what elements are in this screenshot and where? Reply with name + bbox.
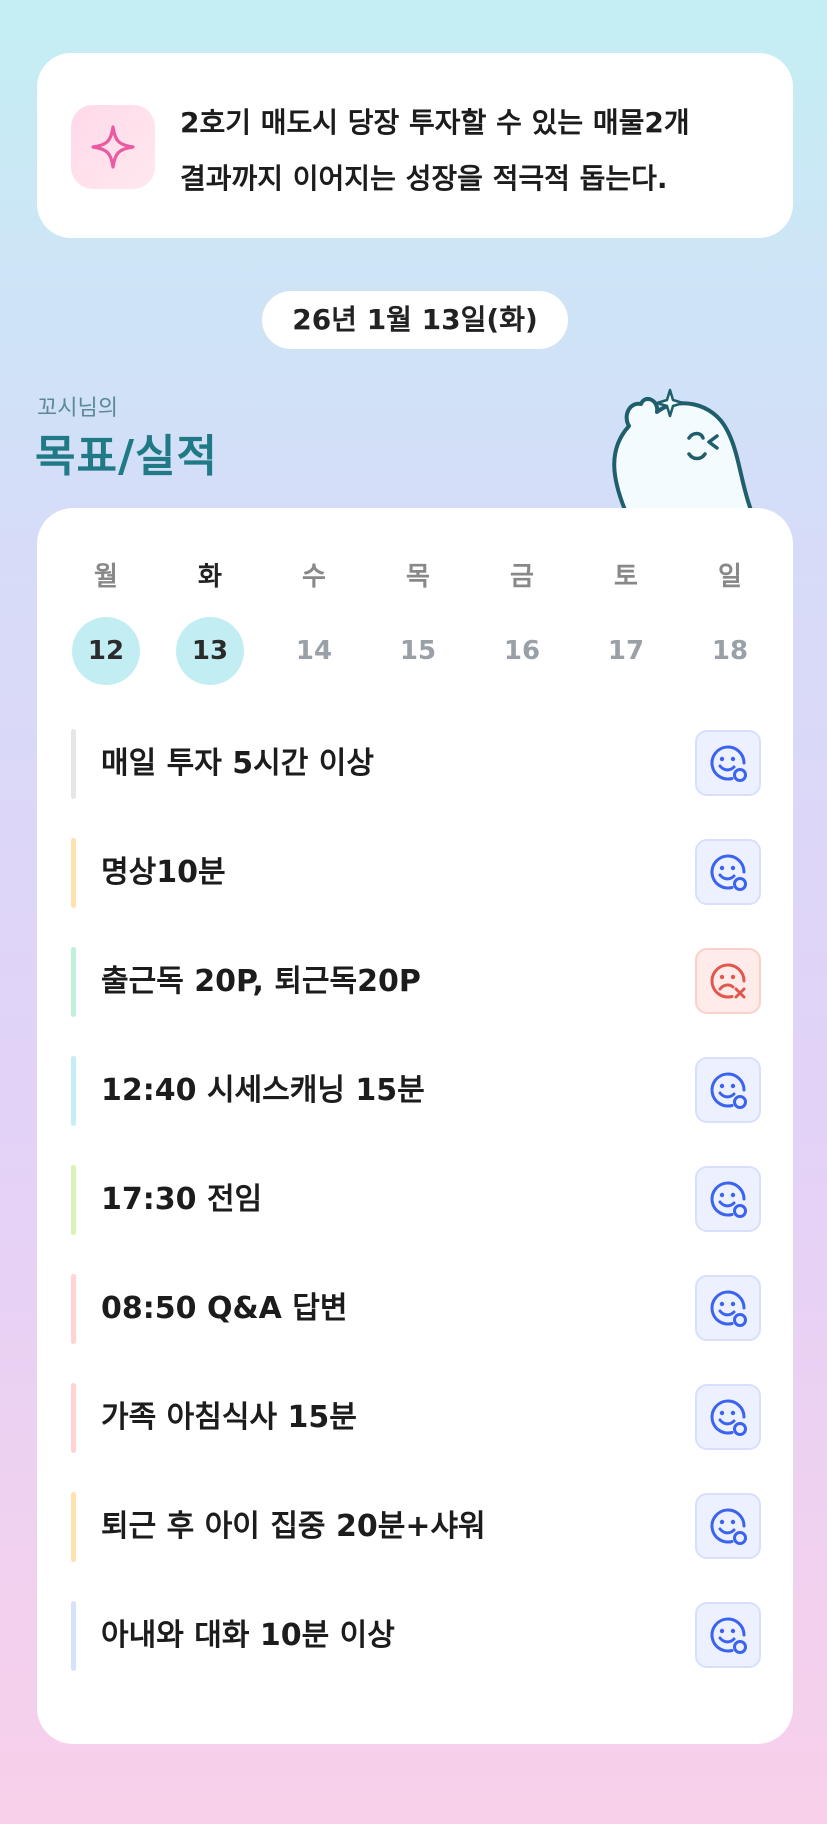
weekday-label: 토: [614, 562, 638, 592]
goal-color-bar: [71, 1165, 76, 1235]
goals-card: 월 12 화 13 수 14 목 15 금 16 토 17 일 18 매일 투자 5시간 이상 명상10분…: [37, 508, 793, 1744]
day-button[interactable]: 17: [592, 617, 660, 685]
page-title: 목표/실적: [35, 431, 218, 482]
date-pill[interactable]: 26년 1월 13일(화): [262, 291, 568, 349]
goal-color-bar: [71, 729, 76, 799]
goal-row[interactable]: 17:30 전임: [71, 1165, 761, 1235]
failed-sad-icon[interactable]: [695, 948, 761, 1014]
day-button[interactable]: 16: [488, 617, 556, 685]
goal-color-bar: [71, 947, 76, 1017]
goal-color-bar: [71, 1383, 76, 1453]
day-button[interactable]: 13: [176, 617, 244, 685]
sparkle-icon: [71, 105, 155, 189]
day-button[interactable]: 14: [280, 617, 348, 685]
goal-row[interactable]: 매일 투자 5시간 이상: [71, 729, 761, 799]
goal-label: 퇴근 후 아이 집중 20분+샤워: [101, 1509, 486, 1544]
goal-label: 명상10분: [101, 855, 226, 890]
owner-label: 꼬시님의: [37, 396, 118, 421]
goal-label: 가족 아침식사 15분: [101, 1400, 357, 1435]
achieved-smile-icon[interactable]: [695, 730, 761, 796]
achieved-smile-icon[interactable]: [695, 1602, 761, 1668]
weekday-label: 화: [198, 562, 222, 592]
goal-color-bar: [71, 1492, 76, 1562]
goal-row[interactable]: 명상10분: [71, 838, 761, 908]
achieved-smile-icon[interactable]: [695, 1275, 761, 1341]
goal-label: 매일 투자 5시간 이상: [101, 746, 375, 781]
weekday-label: 목: [406, 562, 430, 592]
goal-label: 17:30 전임: [101, 1182, 263, 1217]
achieved-smile-icon[interactable]: [695, 1384, 761, 1450]
weekday-label: 월: [94, 562, 118, 592]
goal-label: 08:50 Q&A 답변: [101, 1291, 348, 1326]
motto-line-2: 결과까지 이어지는 성장을 적극적 돕는다.: [180, 162, 668, 195]
goal-row[interactable]: 12:40 시세스캐닝 15분: [71, 1056, 761, 1126]
goal-label: 출근독 20P, 퇴근독20P: [101, 964, 421, 999]
weekday-label: 일: [718, 562, 742, 592]
weekday-label: 금: [510, 562, 534, 592]
motto-card: 2호기 매도시 당장 투자할 수 있는 매물2개 결과까지 이어지는 성장을 적…: [37, 53, 793, 238]
goal-row[interactable]: 가족 아침식사 15분: [71, 1383, 761, 1453]
motto-text: 2호기 매도시 당장 투자할 수 있는 매물2개 결과까지 이어지는 성장을 적…: [180, 95, 780, 207]
achieved-smile-icon[interactable]: [695, 1166, 761, 1232]
motto-line-1: 2호기 매도시 당장 투자할 수 있는 매물2개: [180, 106, 690, 139]
day-button[interactable]: 18: [696, 617, 764, 685]
goal-label: 12:40 시세스캐닝 15분: [101, 1073, 425, 1108]
goal-row[interactable]: 출근독 20P, 퇴근독20P: [71, 947, 761, 1017]
goal-row[interactable]: 아내와 대화 10분 이상: [71, 1601, 761, 1671]
goal-row[interactable]: 08:50 Q&A 답변: [71, 1274, 761, 1344]
achieved-smile-icon[interactable]: [695, 1493, 761, 1559]
goal-color-bar: [71, 1274, 76, 1344]
achieved-smile-icon[interactable]: [695, 1057, 761, 1123]
day-button[interactable]: 15: [384, 617, 452, 685]
goal-color-bar: [71, 1601, 76, 1671]
goal-row[interactable]: 퇴근 후 아이 집중 20분+샤워: [71, 1492, 761, 1562]
ghost-mascot-icon: [605, 380, 755, 514]
goal-label: 아내와 대화 10분 이상: [101, 1618, 395, 1653]
weekday-label: 수: [302, 562, 326, 592]
goal-color-bar: [71, 838, 76, 908]
goal-color-bar: [71, 1056, 76, 1126]
day-button[interactable]: 12: [72, 617, 140, 685]
achieved-smile-icon[interactable]: [695, 839, 761, 905]
